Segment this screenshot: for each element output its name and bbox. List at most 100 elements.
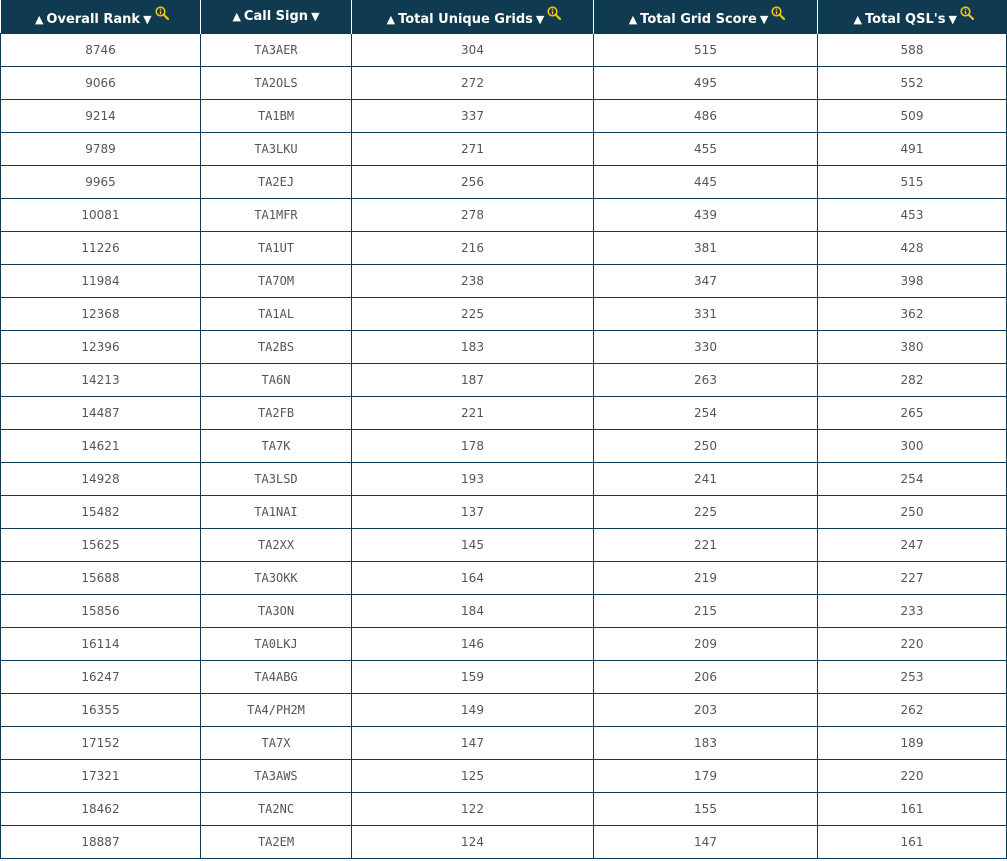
overall-rank-cell: 18887 [0,825,201,859]
call-sign-cell: TA7K [200,429,352,463]
call-sign-cell: TA2OLS [200,66,352,100]
column-header-label: Overall Rank [46,12,141,27]
call-sign-cell: TA2BS [200,330,352,364]
grid-score-cell: 515 [593,33,818,67]
table-row: 12396 TA2BS 183 330 380 [0,330,1007,364]
overall-rank-cell: 12368 [0,297,201,331]
sort-descending-icon[interactable]: ▼ [536,13,544,26]
unique-grids-cell: 272 [351,66,594,100]
call-sign-cell: TA2EJ [200,165,352,199]
overall-rank-cell: 14928 [0,462,201,496]
qsl-count-cell: 161 [817,792,1007,826]
call-sign-cell: TA3LSD [200,462,352,496]
qsl-count-cell: 398 [817,264,1007,298]
table-row: 15856 TA3ON 184 215 233 [0,594,1007,628]
table-row: 12368 TA1AL 225 331 362 [0,297,1007,331]
overall-rank-cell: 14621 [0,429,201,463]
call-sign-cell: TA3AER [200,33,352,67]
unique-grids-cell: 164 [351,561,594,595]
table-row: 16355 TA4/PH2M 149 203 262 [0,693,1007,727]
table-row: 14487 TA2FB 221 254 265 [0,396,1007,430]
column-header-label: Total QSL's [865,12,946,27]
grid-score-cell: 155 [593,792,818,826]
unique-grids-cell: 147 [351,726,594,760]
column-header-overall-rank: ▲ Overall Rank ▼ [0,0,201,34]
sort-ascending-icon[interactable]: ▲ [232,10,240,23]
sort-descending-icon[interactable]: ▼ [948,13,956,26]
call-sign-cell: TA2XX [200,528,352,562]
unique-grids-cell: 278 [351,198,594,232]
overall-rank-cell: 15856 [0,594,201,628]
table-row: 15688 TA3OKK 164 219 227 [0,561,1007,595]
table-row: 15625 TA2XX 145 221 247 [0,528,1007,562]
sort-ascending-icon[interactable]: ▲ [387,13,395,26]
table-row: 8746 TA3AER 304 515 588 [0,33,1007,67]
call-sign-cell: TA7X [200,726,352,760]
unique-grids-cell: 149 [351,693,594,727]
qsl-count-cell: 453 [817,198,1007,232]
zoom-info-icon[interactable] [771,6,786,20]
table-row: 16247 TA4ABG 159 206 253 [0,660,1007,694]
ranking-table: ▲ Overall Rank ▼ ▲ Call Sign ▼ ▲ Total Unique G… [0,0,1007,859]
sort-descending-icon[interactable]: ▼ [760,13,768,26]
qsl-count-cell: 233 [817,594,1007,628]
table-row: 9066 TA2OLS 272 495 552 [0,66,1007,100]
zoom-info-icon[interactable] [547,6,562,20]
grid-score-cell: 381 [593,231,818,265]
grid-score-cell: 206 [593,660,818,694]
sort-ascending-icon[interactable]: ▲ [629,13,637,26]
table-row: 14621 TA7K 178 250 300 [0,429,1007,463]
qsl-count-cell: 428 [817,231,1007,265]
grid-score-cell: 219 [593,561,818,595]
unique-grids-cell: 137 [351,495,594,529]
call-sign-cell: TA1AL [200,297,352,331]
call-sign-cell: TA4/PH2M [200,693,352,727]
unique-grids-cell: 216 [351,231,594,265]
grid-score-cell: 221 [593,528,818,562]
unique-grids-cell: 193 [351,462,594,496]
grid-score-cell: 179 [593,759,818,793]
overall-rank-cell: 9965 [0,165,201,199]
qsl-count-cell: 491 [817,132,1007,166]
table-row: 16114 TA0LKJ 146 209 220 [0,627,1007,661]
call-sign-cell: TA0LKJ [200,627,352,661]
call-sign-cell: TA2EM [200,825,352,859]
call-sign-cell: TA2NC [200,792,352,826]
zoom-info-icon[interactable] [154,6,169,20]
overall-rank-cell: 15625 [0,528,201,562]
sort-descending-icon[interactable]: ▼ [311,10,319,23]
qsl-count-cell: 220 [817,627,1007,661]
table-row: 18887 TA2EM 124 147 161 [0,825,1007,859]
overall-rank-cell: 15688 [0,561,201,595]
grid-score-cell: 250 [593,429,818,463]
overall-rank-cell: 10081 [0,198,201,232]
sort-descending-icon[interactable]: ▼ [143,13,151,26]
qsl-count-cell: 247 [817,528,1007,562]
unique-grids-cell: 256 [351,165,594,199]
sort-ascending-icon[interactable]: ▲ [854,13,862,26]
unique-grids-cell: 125 [351,759,594,793]
table-row: 9789 TA3LKU 271 455 491 [0,132,1007,166]
table-row: 14928 TA3LSD 193 241 254 [0,462,1007,496]
grid-score-cell: 215 [593,594,818,628]
unique-grids-cell: 159 [351,660,594,694]
grid-score-cell: 183 [593,726,818,760]
zoom-info-icon[interactable] [960,6,974,20]
call-sign-cell: TA1MFR [200,198,352,232]
unique-grids-cell: 304 [351,33,594,67]
table-body: 8746 TA3AER 304 515 588 9066 TA2OLS 272 495 552 92… [0,33,1007,859]
grid-score-cell: 203 [593,693,818,727]
qsl-count-cell: 262 [817,693,1007,727]
call-sign-cell: TA1UT [200,231,352,265]
qsl-count-cell: 253 [817,660,1007,694]
overall-rank-cell: 17321 [0,759,201,793]
column-header-label: Total Grid Score [640,12,757,27]
qsl-count-cell: 254 [817,462,1007,496]
unique-grids-cell: 146 [351,627,594,661]
column-header-label: Total Unique Grids [398,12,533,27]
grid-score-cell: 495 [593,66,818,100]
sort-ascending-icon[interactable]: ▲ [35,13,43,26]
overall-rank-cell: 16355 [0,693,201,727]
overall-rank-cell: 9066 [0,66,201,100]
grid-score-cell: 147 [593,825,818,859]
